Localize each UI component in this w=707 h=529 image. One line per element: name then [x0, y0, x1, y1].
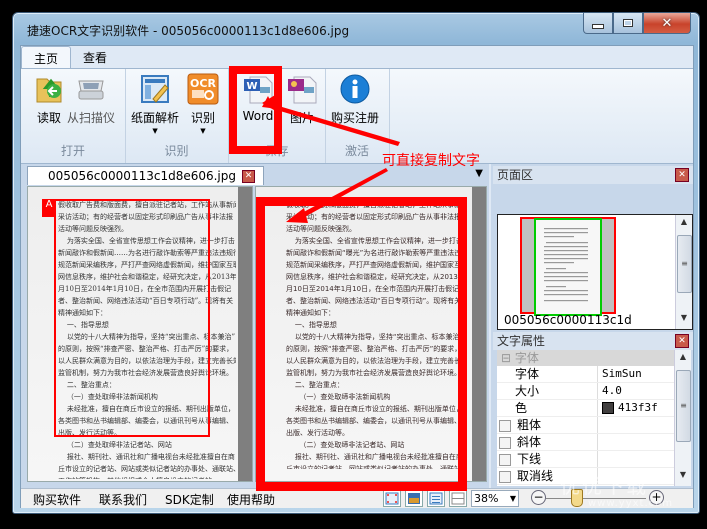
arrow-to-ocr: [298, 168, 388, 219]
watermark-url: www.yyxt.com: [588, 498, 674, 509]
annotation-arrows: [262, 92, 400, 223]
arrow-to-word: [262, 96, 400, 146]
arrow-head-ocr: [286, 208, 308, 223]
arrow-head-word: [262, 92, 280, 113]
watermark-text: 优优下载: [560, 474, 648, 498]
